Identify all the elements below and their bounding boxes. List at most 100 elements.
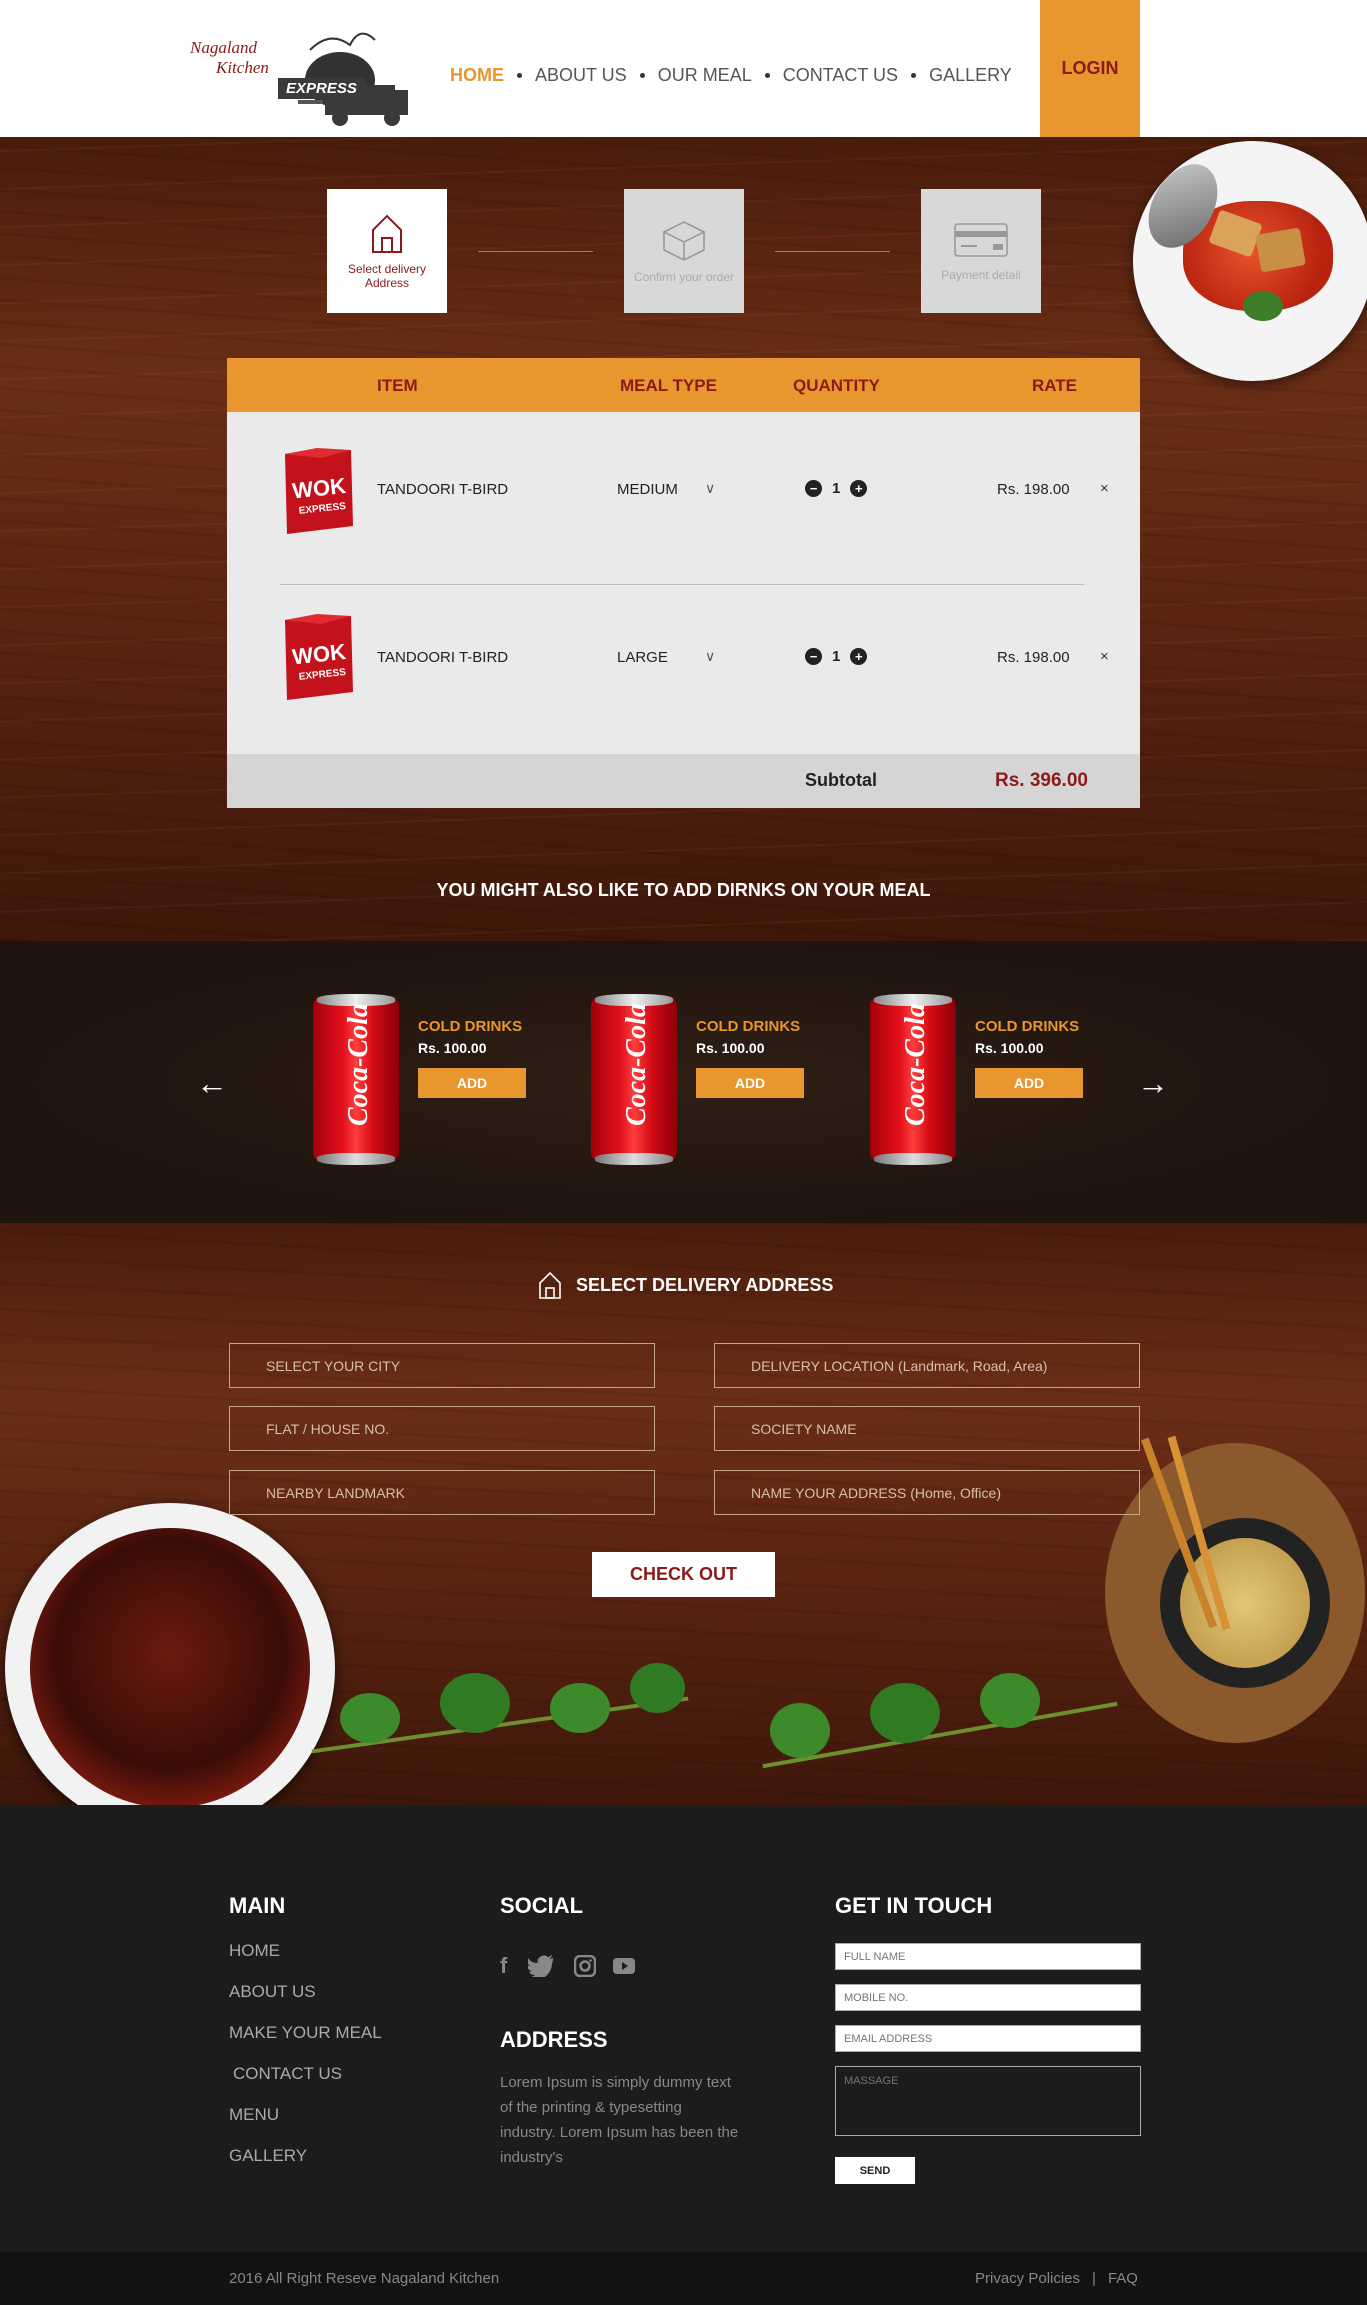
remove-icon[interactable]: ×	[1100, 648, 1109, 665]
cola-can-image: Coca-Cola	[870, 994, 956, 1165]
item-rate: Rs. 198.00	[997, 481, 1070, 498]
header-item: ITEM	[377, 376, 418, 395]
footer-link-menu[interactable]: MENU	[229, 2105, 279, 2125]
footer-link-home[interactable]: HOME	[229, 1941, 280, 1961]
plus-icon[interactable]: +	[850, 648, 868, 665]
privacy-policy-link[interactable]: Privacy Policies	[975, 2270, 1080, 2287]
meal-type-select[interactable]: LARGE	[617, 649, 668, 666]
delivery-location-field[interactable]	[714, 1343, 1140, 1388]
youtube-icon[interactable]	[613, 1958, 635, 1974]
quantity-value: 1	[832, 480, 841, 497]
nearby-landmark-field[interactable]	[229, 1470, 655, 1515]
address-section	[0, 1223, 1367, 1833]
minus-icon[interactable]: −	[805, 480, 822, 497]
footer-contact-heading: GET IN TOUCH	[835, 1893, 993, 1918]
drinks-carousel: ← → Coca-Cola COLD DRINKS Rs. 100.00 ADD…	[0, 941, 1367, 1223]
city-select[interactable]	[229, 1343, 655, 1388]
site-header: Nagaland Kitchen EXPRESS HOME ABOUT US O…	[0, 0, 1367, 137]
footer-social-heading: SOCIAL	[500, 1893, 584, 1918]
minus-icon[interactable]: −	[805, 648, 822, 665]
cart-row: WOK EXPRESS TANDOORI T-BIRD LARGE ∨ − 1 …	[227, 590, 1140, 730]
nav-about-us[interactable]: ABOUT US	[535, 65, 627, 86]
brand-line-1: Nagaland	[190, 38, 258, 57]
item-name: TANDOORI T-BIRD	[377, 481, 509, 498]
drink-name: COLD DRINKS	[696, 1018, 801, 1035]
cart-row: WOK EXPRESS TANDOORI T-BIRD MEDIUM ∨ − 1…	[227, 422, 1140, 562]
full-name-field[interactable]	[835, 1943, 1141, 1970]
subtotal-bar: Subtotal Rs. 396.00	[227, 754, 1140, 808]
site-footer: MAIN HOME ABOUT US MAKE YOUR MEAL CONTAC…	[0, 1805, 1367, 2252]
step-label: Confirm your order	[633, 270, 735, 284]
arrow-left-icon[interactable]: ←	[196, 1065, 228, 1102]
herb-decoration	[750, 1663, 1130, 1803]
login-button[interactable]: LOGIN	[1040, 0, 1140, 137]
subtotal-value: Rs. 396.00	[995, 770, 1088, 791]
add-drink-button[interactable]: ADD	[418, 1068, 526, 1098]
nav-separator	[764, 72, 770, 78]
instagram-icon[interactable]	[574, 1955, 596, 1977]
nav-our-meal[interactable]: OUR MEAL	[658, 65, 752, 86]
footer-link-gallery[interactable]: GALLERY	[229, 2146, 307, 2166]
drink-price: Rs. 100.00	[975, 1040, 1044, 1056]
subtotal-label: Subtotal	[805, 770, 877, 790]
box-icon	[662, 221, 706, 261]
footer-link-about-us[interactable]: ABOUT US	[229, 1982, 316, 2002]
quantity-value: 1	[832, 648, 841, 665]
nav-contact-us[interactable]: CONTACT US	[783, 65, 898, 86]
chili-bowl-image	[5, 1503, 335, 1833]
drink-name: COLD DRINKS	[418, 1018, 523, 1035]
message-field[interactable]	[835, 2066, 1141, 2136]
site-logo[interactable]: Nagaland Kitchen EXPRESS	[160, 0, 430, 137]
home-icon	[372, 214, 402, 253]
faq-link[interactable]: FAQ	[1108, 2270, 1138, 2287]
twitter-icon[interactable]	[528, 1955, 554, 1977]
step-select-address[interactable]: Select delivery Address	[327, 189, 447, 313]
address-name-field[interactable]	[714, 1470, 1140, 1515]
step-confirm-order[interactable]: Confirm your order	[624, 189, 744, 313]
wok-box-image: WOK EXPRESS	[277, 446, 359, 538]
send-button[interactable]: SEND	[835, 2157, 915, 2184]
checkout-button[interactable]: CHECK OUT	[592, 1552, 775, 1597]
house-number-field[interactable]	[229, 1406, 655, 1451]
plus-icon[interactable]: +	[850, 480, 868, 497]
arrow-right-icon[interactable]: →	[1137, 1065, 1169, 1102]
nav-separator	[639, 72, 645, 78]
footer-main-heading: MAIN	[229, 1893, 286, 1918]
drink-price: Rs. 100.00	[418, 1040, 487, 1056]
facebook-icon[interactable]: f	[500, 1953, 507, 1979]
nav-home[interactable]: HOME	[450, 65, 504, 86]
drink-card: Coca-Cola COLD DRINKS Rs. 100.00 ADD	[591, 994, 821, 1176]
step-label: Select delivery Address	[347, 262, 427, 290]
bottom-links: Privacy Policies | FAQ	[975, 2270, 1138, 2287]
can-brand: Coca-Cola	[621, 1003, 652, 1126]
can-brand: Coca-Cola	[900, 1003, 931, 1126]
food-plate-image	[1133, 141, 1367, 381]
drink-card: Coca-Cola COLD DRINKS Rs. 100.00 ADD	[870, 994, 1100, 1176]
footer-link-make-your-meal[interactable]: MAKE YOUR MEAL	[229, 2023, 382, 2043]
step-payment-detail[interactable]: Payment detail	[921, 189, 1041, 313]
item-name: TANDOORI T-BIRD	[377, 649, 509, 666]
cola-can-image: Coca-Cola	[313, 994, 399, 1165]
wok-box-image: WOK EXPRESS	[277, 612, 359, 704]
chevron-down-icon[interactable]: ∨	[705, 648, 715, 665]
remove-icon[interactable]: ×	[1100, 480, 1109, 497]
nav-separator	[517, 72, 522, 78]
chevron-down-icon[interactable]: ∨	[705, 480, 715, 497]
step-label: Payment detail	[941, 268, 1021, 282]
brand-line-2: Kitchen	[216, 58, 269, 77]
header-quantity: QUANTITY	[793, 376, 880, 395]
main-nav: HOME ABOUT US OUR MEAL CONTACT US GALLER…	[450, 62, 1012, 88]
society-name-field[interactable]	[714, 1406, 1140, 1451]
nav-gallery[interactable]: GALLERY	[929, 65, 1012, 86]
drink-card: Coca-Cola COLD DRINKS Rs. 100.00 ADD	[313, 994, 543, 1176]
quantity-stepper: − 1 +	[805, 480, 868, 497]
row-divider	[280, 584, 1084, 585]
credit-card-icon	[954, 223, 1008, 257]
meal-type-select[interactable]: MEDIUM	[617, 481, 678, 498]
add-drink-button[interactable]: ADD	[696, 1068, 804, 1098]
footer-link-contact-us[interactable]: CONTACT US	[233, 2064, 342, 2084]
mobile-field[interactable]	[835, 1984, 1141, 2011]
add-drink-button[interactable]: ADD	[975, 1068, 1083, 1098]
email-field[interactable]	[835, 2025, 1141, 2052]
footer-address-heading: ADDRESS	[500, 2027, 608, 2052]
